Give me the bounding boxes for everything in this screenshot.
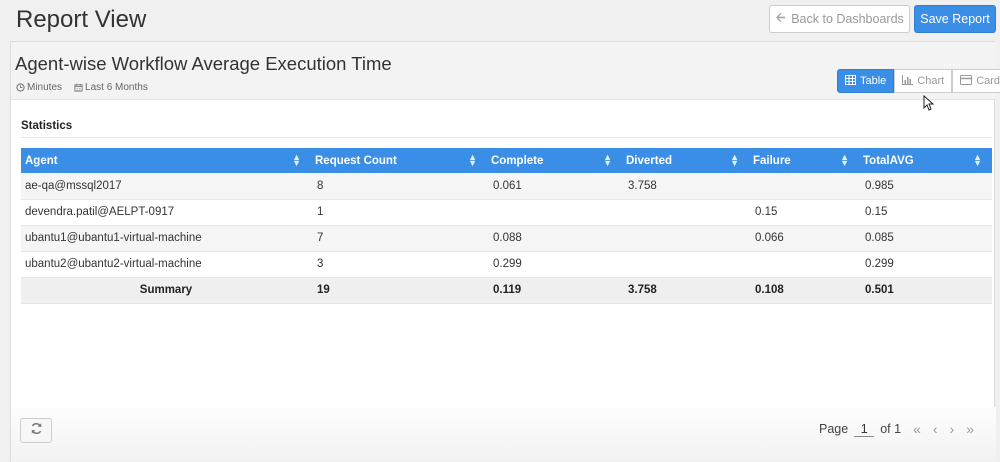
column-header-agent[interactable]: Agent ▲ ▼	[21, 148, 311, 173]
report-header: Agent-wise Workflow Average Execution Ti…	[11, 42, 1000, 111]
mouse-cursor-icon	[923, 94, 935, 116]
arrow-left-icon	[775, 12, 786, 26]
cell-complete: 0.088	[487, 225, 622, 252]
cell-complete	[487, 199, 622, 226]
page-count-label: of 1	[880, 422, 902, 436]
top-bar: Report View Back to Dashboards Save Repo…	[0, 0, 1000, 40]
first-page-icon[interactable]: «	[913, 421, 921, 437]
summary-complete: 0.119	[487, 277, 622, 304]
cell-diverted: 3.758	[622, 173, 749, 200]
unit-label: Minutes	[27, 82, 63, 93]
back-to-dashboards-button[interactable]: Back to Dashboards	[769, 5, 910, 33]
cell-failure	[749, 173, 859, 200]
cell-failure	[749, 251, 859, 278]
sort-icon: ▲ ▼	[840, 152, 849, 168]
cell-failure: 0.15	[749, 199, 859, 226]
column-header-failure[interactable]: Failure ▲ ▼	[749, 148, 859, 173]
summary-diverted: 3.758	[622, 277, 749, 304]
table-row: ubantu1@ubantu1-virtual-machine 7 0.088 …	[21, 225, 992, 252]
cell-diverted	[622, 199, 749, 226]
summary-failure: 0.108	[749, 277, 859, 304]
statistics-heading: Statistics	[21, 120, 73, 132]
cell-agent: ae-qa@mssql2017	[21, 173, 311, 200]
report-meta: Minutes Last 6 Months	[16, 82, 148, 93]
cell-request-count: 3	[311, 251, 487, 278]
column-header-diverted[interactable]: Diverted ▲ ▼	[622, 148, 749, 173]
summary-label: Summary	[21, 277, 311, 304]
summary-request-count: 19	[311, 277, 487, 304]
cell-agent: ubantu1@ubantu1-virtual-machine	[21, 225, 311, 252]
card-icon	[960, 74, 973, 88]
sort-icon: ▲ ▼	[730, 152, 739, 168]
cell-complete: 0.061	[487, 173, 622, 200]
page-number-input[interactable]	[854, 421, 875, 437]
cell-agent: devendra.patil@AELPT-0917	[21, 199, 311, 226]
table-row: ubantu2@ubantu2-virtual-machine 3 0.299 …	[21, 251, 992, 278]
unit-info: Minutes	[16, 82, 62, 93]
view-card-label: Card	[976, 75, 1000, 87]
sort-icon: ▲ ▼	[603, 152, 612, 168]
cell-request-count: 8	[311, 173, 487, 200]
previous-page-icon[interactable]: ‹	[933, 421, 938, 437]
cell-totalavg: 0.299	[859, 251, 992, 278]
clock-icon	[16, 83, 25, 92]
cell-diverted	[622, 251, 749, 278]
view-chart-button[interactable]: Chart	[894, 69, 953, 93]
table-footer: Page of 1 « ‹ › »	[11, 407, 996, 462]
sort-icon: ▲ ▼	[973, 152, 982, 168]
table-header-row: Agent ▲ ▼ Request Count ▲ ▼ Complete ▲ ▼ Diver…	[21, 148, 992, 173]
refresh-button[interactable]	[20, 418, 52, 443]
back-to-dashboards-label: Back to Dashboards	[791, 12, 904, 26]
page-label: Page	[819, 422, 849, 436]
range-label: Last 6 Months	[85, 82, 148, 93]
sort-icon: ▲ ▼	[468, 152, 477, 168]
cell-totalavg: 0.085	[859, 225, 992, 252]
report-title: Agent-wise Workflow Average Execution Ti…	[15, 53, 392, 74]
cell-request-count: 1	[311, 199, 487, 226]
statistics-table: Agent ▲ ▼ Request Count ▲ ▼ Complete ▲ ▼ Diver…	[21, 148, 992, 304]
calendar-icon	[74, 83, 83, 92]
cell-totalavg: 0.15	[859, 199, 992, 226]
view-toggle: Table Chart Card	[837, 69, 1000, 93]
save-report-button[interactable]: Save Report	[914, 5, 996, 33]
bar-chart-icon	[902, 74, 914, 88]
view-table-label: Table	[860, 75, 887, 87]
cell-request-count: 7	[311, 225, 487, 252]
view-card-button[interactable]: Card	[952, 69, 1000, 93]
cell-diverted	[622, 225, 749, 252]
page-title: Report View	[16, 6, 147, 33]
table-icon	[845, 74, 856, 88]
table-row: ae-qa@mssql2017 8 0.061 3.758 0.985	[21, 173, 992, 200]
summary-row: Summary 19 0.119 3.758 0.108 0.501	[21, 277, 992, 304]
last-page-icon[interactable]: »	[966, 421, 974, 437]
column-header-request-count[interactable]: Request Count ▲ ▼	[311, 148, 487, 173]
column-header-totalavg[interactable]: TotalAVG ▲ ▼	[859, 148, 992, 173]
cell-agent: ubantu2@ubantu2-virtual-machine	[21, 251, 311, 278]
table-row: devendra.patil@AELPT-0917 1 0.15 0.15	[21, 199, 992, 226]
view-table-button[interactable]: Table	[837, 69, 895, 93]
sort-icon: ▲ ▼	[292, 152, 301, 168]
pagination: Page of 1 « ‹ › »	[819, 421, 974, 437]
next-page-icon[interactable]: ›	[950, 421, 955, 437]
cell-complete: 0.299	[487, 251, 622, 278]
cell-totalavg: 0.985	[859, 173, 992, 200]
summary-totalavg: 0.501	[859, 277, 992, 304]
view-chart-label: Chart	[917, 75, 945, 87]
refresh-icon	[30, 422, 43, 440]
cell-failure: 0.066	[749, 225, 859, 252]
range-info: Last 6 Months	[74, 82, 148, 93]
divider	[21, 137, 992, 138]
report-card: Agent-wise Workflow Average Execution Ti…	[10, 41, 1000, 462]
column-header-complete[interactable]: Complete ▲ ▼	[487, 148, 622, 173]
